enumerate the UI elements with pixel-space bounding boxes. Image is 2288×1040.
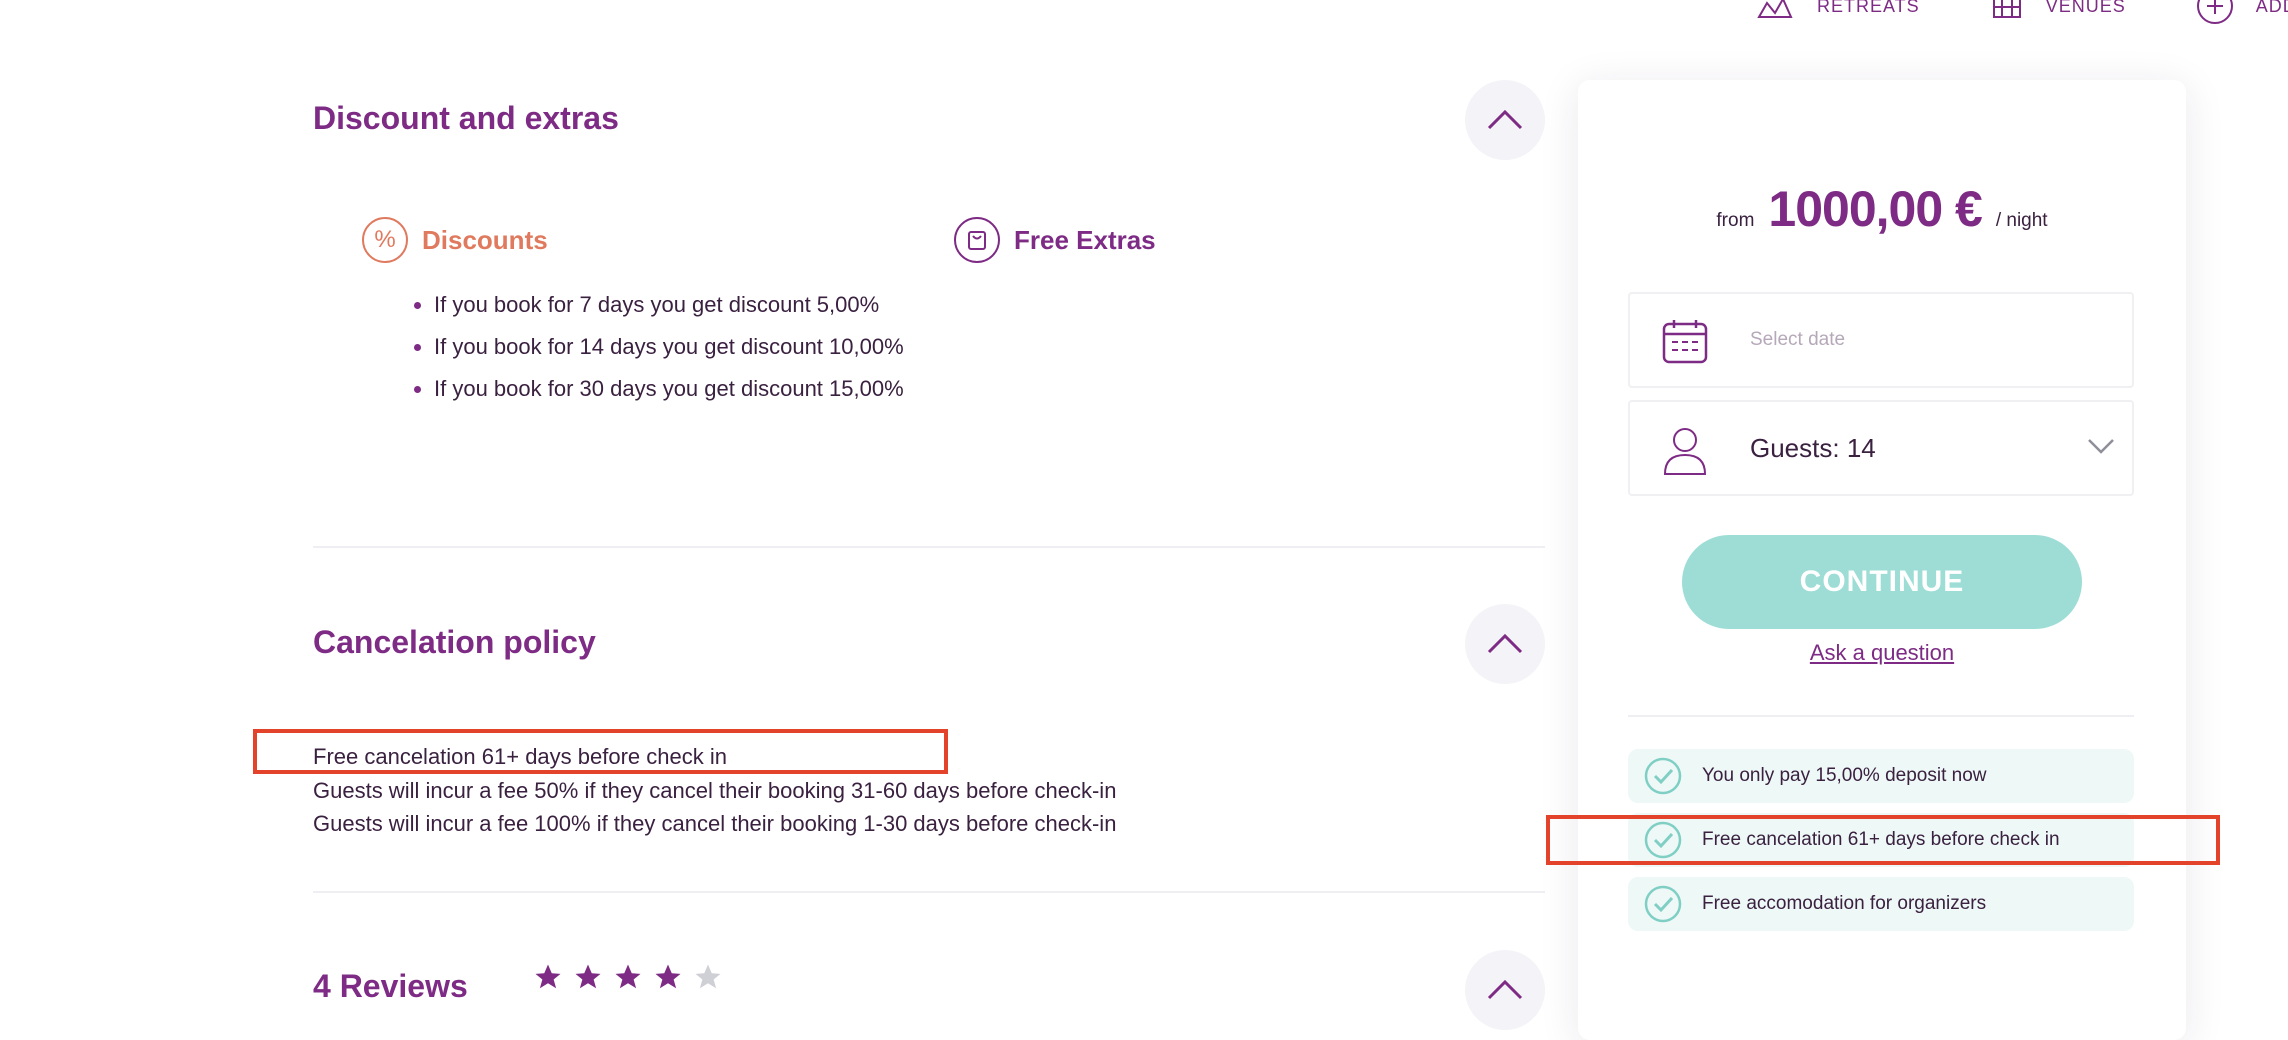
nav-label-retreats: RETREATS (1817, 0, 1920, 16)
percent-icon: % (362, 217, 408, 263)
chevron-down-icon[interactable] (2086, 436, 2116, 456)
star-icon (575, 964, 601, 989)
card-divider (1628, 715, 2134, 717)
nav-label-venues: VENUES (2045, 0, 2126, 16)
list-item: If you book for 7 days you get discount … (414, 288, 954, 321)
date-placeholder: Select date (1750, 329, 1846, 350)
guests-value: Guests: 14 (1750, 432, 1876, 463)
guests-select[interactable]: Guests: 14 (1628, 400, 2134, 496)
chevron-up-icon (1487, 979, 1523, 1000)
cancellation-line: Guests will incur a fee 50% if they canc… (313, 778, 1117, 803)
check-circle-icon (1644, 757, 1682, 795)
star-icon (535, 964, 561, 989)
reviews-section-title: 4 Reviews (313, 968, 468, 1004)
list-item: If you book for 14 days you get discount… (414, 330, 954, 363)
user-icon (1663, 428, 1707, 475)
top-nav: RETREATS VENUES ADD (1755, 0, 2288, 26)
star-empty-icon (695, 964, 721, 989)
star-icon (655, 964, 681, 989)
retreats-icon (1757, 0, 1793, 18)
chevron-up-icon (1487, 109, 1523, 130)
price-value: 1000,00 € (1768, 181, 1982, 237)
calendar-icon (1662, 320, 1708, 364)
ask-question-link[interactable]: Ask a question (1578, 640, 2186, 666)
gift-bag-icon (954, 217, 1000, 263)
discounts-collapse-button[interactable] (1465, 80, 1545, 160)
check-circle-icon (1644, 885, 1682, 923)
nav-item-retreats[interactable]: RETREATS (1755, 0, 1920, 23)
feature-deposit: You only pay 15,00% deposit now (1628, 749, 2134, 803)
plus-circle-icon (2196, 0, 2233, 24)
free-extras-heading-label: Free Extras (1014, 224, 1156, 255)
discounts-heading-label: Discounts (422, 224, 548, 255)
price-row: from 1000,00 € / night (1578, 180, 2186, 238)
section-divider (313, 546, 1545, 548)
cancellation-collapse-button[interactable] (1465, 604, 1545, 684)
cancellation-line: Guests will incur a fee 100% if they can… (313, 811, 1117, 836)
free-extras-heading: Free Extras (954, 217, 1156, 263)
nav-item-add[interactable]: ADD (2196, 0, 2288, 25)
feature-free-accommodation: Free accomodation for organizers (1628, 877, 2134, 931)
discount-list: If you book for 7 days you get discount … (400, 288, 954, 414)
highlight-box (253, 729, 948, 774)
feature-label: You only pay 15,00% deposit now (1702, 765, 1987, 786)
price-unit: / night (1995, 210, 2048, 231)
venues-icon (1992, 0, 2021, 18)
feature-label: Free accomodation for organizers (1702, 893, 1987, 914)
highlight-box (1546, 815, 2220, 865)
nav-label-add: ADD (2255, 0, 2288, 16)
discounts-section-title: Discount and extras (313, 100, 619, 136)
list-item: If you book for 30 days you get discount… (414, 372, 954, 405)
nav-item-venues[interactable]: VENUES (1990, 0, 2126, 23)
section-divider (313, 891, 1545, 893)
price-from-label: from (1716, 210, 1755, 231)
chevron-up-icon (1487, 633, 1523, 654)
reviews-collapse-button[interactable] (1465, 950, 1545, 1030)
star-icon (615, 964, 641, 989)
continue-button[interactable]: CONTINUE (1682, 535, 2082, 629)
cancellation-section-title: Cancelation policy (313, 624, 596, 660)
discounts-heading: % Discounts (362, 217, 548, 263)
rating-stars (533, 962, 723, 992)
date-select-field[interactable]: Select date (1628, 292, 2134, 388)
